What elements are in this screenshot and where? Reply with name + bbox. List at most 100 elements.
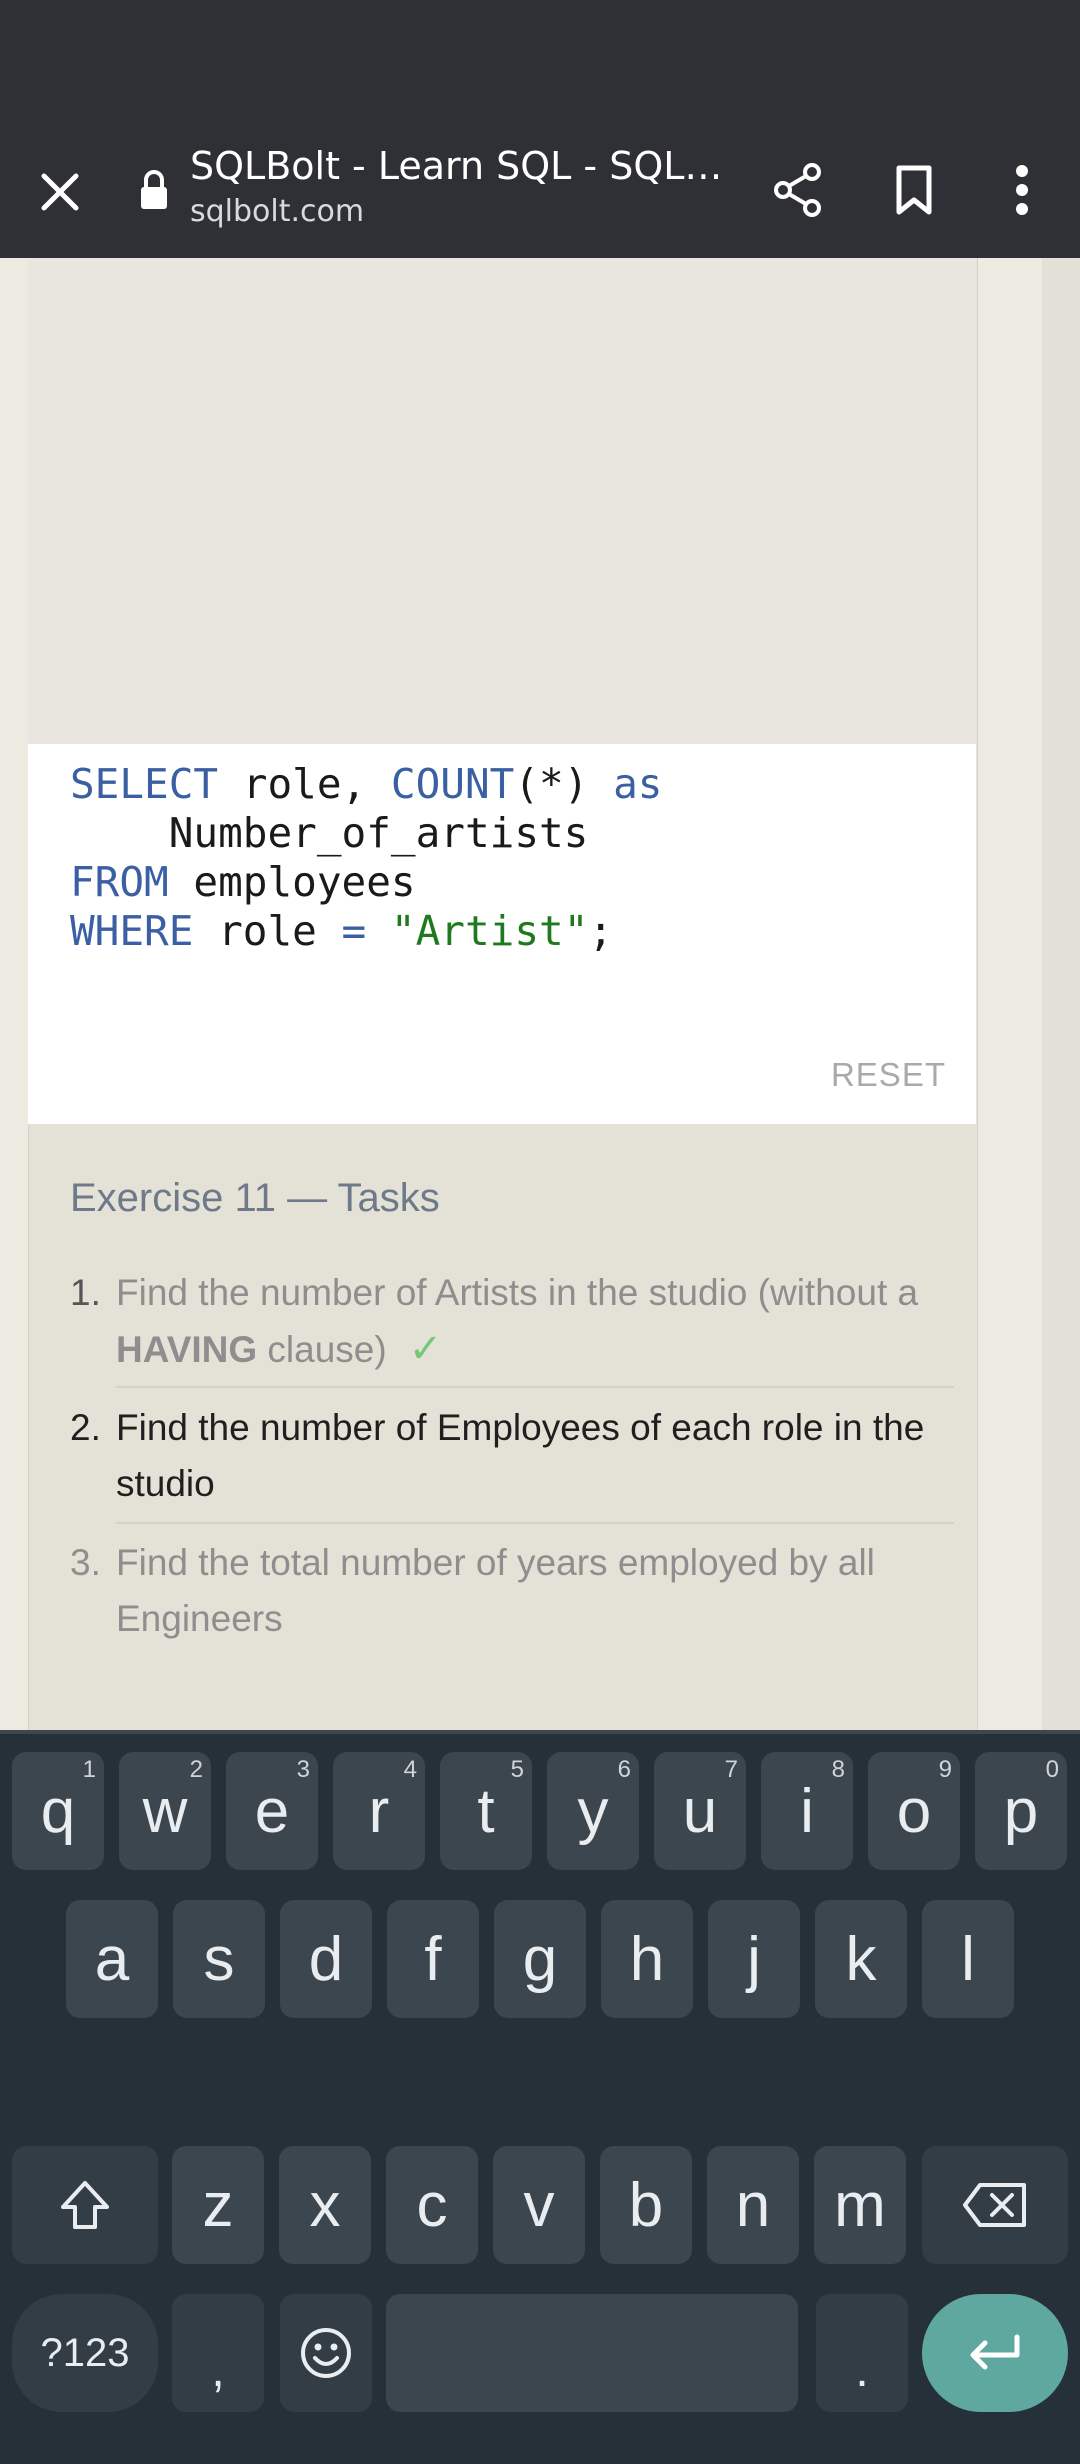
- key-w[interactable]: w2: [119, 1752, 211, 1870]
- key-label: q: [40, 1776, 76, 1846]
- key-label: x: [309, 2170, 341, 2240]
- key-hint: 0: [1045, 1756, 1059, 1783]
- task-number: 3.: [70, 1542, 101, 1583]
- key-label: o: [896, 1776, 932, 1846]
- key-o[interactable]: o9: [868, 1752, 960, 1870]
- period-key[interactable]: .: [816, 2294, 908, 2412]
- more-options-icon[interactable]: [992, 154, 1052, 226]
- key-d[interactable]: d: [280, 1900, 372, 2018]
- on-screen-keyboard: ?123 , . q1w2e3r4t5y6u7i8o9p0asdfghjklzx…: [0, 1730, 1080, 2464]
- key-g[interactable]: g: [494, 1900, 586, 2018]
- key-label: v: [523, 2170, 555, 2240]
- tasks-heading: Exercise 11 — Tasks: [70, 1176, 440, 1220]
- key-hint: 2: [189, 1756, 203, 1783]
- key-y[interactable]: y6: [547, 1752, 639, 1870]
- key-label: r: [368, 1776, 390, 1846]
- sql-keyword: SELECT: [70, 760, 219, 808]
- key-hint: 6: [617, 1756, 631, 1783]
- sql-token: ;: [588, 907, 614, 955]
- key-i[interactable]: i8: [761, 1752, 853, 1870]
- key-label: z: [202, 2170, 234, 2240]
- task-keyword: HAVING: [116, 1329, 258, 1370]
- key-t[interactable]: t5: [440, 1752, 532, 1870]
- key-r[interactable]: r4: [333, 1752, 425, 1870]
- key-z[interactable]: z: [172, 2146, 264, 2264]
- key-label: b: [628, 2170, 664, 2240]
- backspace-key[interactable]: [922, 2146, 1068, 2264]
- task-divider: [116, 1522, 954, 1524]
- key-label: s: [203, 1924, 235, 1994]
- key-label: p: [1003, 1776, 1039, 1846]
- sql-token: employees: [168, 858, 416, 906]
- key-label: c: [416, 2170, 448, 2240]
- browser-toolbar: SQLBolt - Learn SQL - SQL L... sqlbolt.c…: [0, 130, 1080, 258]
- page-right-margin: [1042, 258, 1080, 1730]
- results-area: [28, 258, 976, 744]
- enter-key[interactable]: [922, 2294, 1068, 2412]
- task-text: Find the number of Artists in the studio…: [116, 1272, 919, 1371]
- sql-keyword: FROM: [70, 858, 169, 906]
- task-number: 1.: [70, 1272, 101, 1313]
- key-a[interactable]: a: [66, 1900, 158, 2018]
- comma-key[interactable]: ,: [172, 2294, 264, 2412]
- close-icon[interactable]: [28, 160, 92, 224]
- key-label: y: [577, 1776, 609, 1846]
- key-p[interactable]: p0: [975, 1752, 1067, 1870]
- page-url[interactable]: sqlbolt.com: [190, 194, 364, 229]
- key-k[interactable]: k: [815, 1900, 907, 2018]
- key-j[interactable]: j: [708, 1900, 800, 2018]
- key-c[interactable]: c: [386, 2146, 478, 2264]
- key-x[interactable]: x: [279, 2146, 371, 2264]
- key-label: k: [845, 1924, 877, 1994]
- key-e[interactable]: e3: [226, 1752, 318, 1870]
- key-label: e: [254, 1776, 290, 1846]
- key-h[interactable]: h: [601, 1900, 693, 2018]
- key-v[interactable]: v: [493, 2146, 585, 2264]
- sql-keyword: WHERE: [70, 907, 194, 955]
- sql-code[interactable]: SELECT role, COUNT(*) as Number_of_artis…: [70, 760, 662, 956]
- key-label: w: [142, 1776, 188, 1846]
- share-icon[interactable]: [766, 154, 830, 226]
- status-bar: [0, 0, 1080, 130]
- key-hint: 1: [82, 1756, 96, 1783]
- key-hint: 8: [831, 1756, 845, 1783]
- sql-keyword: COUNT: [390, 760, 515, 808]
- key-label: n: [735, 2170, 771, 2240]
- key-l[interactable]: l: [922, 1900, 1014, 2018]
- task-number: 2.: [70, 1407, 101, 1448]
- key-u[interactable]: u7: [654, 1752, 746, 1870]
- bookmark-icon[interactable]: [882, 154, 946, 226]
- key-s[interactable]: s: [173, 1900, 265, 2018]
- key-label: i: [800, 1776, 814, 1846]
- key-label: h: [629, 1924, 665, 1994]
- key-label: d: [308, 1924, 344, 1994]
- key-hint: 3: [296, 1756, 310, 1783]
- key-hint: 9: [938, 1756, 952, 1783]
- task-text: Find the total number of years employed …: [116, 1542, 875, 1639]
- key-b[interactable]: b: [600, 2146, 692, 2264]
- emoji-key[interactable]: [280, 2294, 372, 2412]
- key-label: u: [682, 1776, 718, 1846]
- sql-keyword: =: [341, 907, 367, 955]
- key-label: l: [961, 1924, 975, 1994]
- key-label: g: [522, 1924, 558, 1994]
- sql-editor[interactable]: SELECT role, COUNT(*) as Number_of_artis…: [28, 744, 976, 1124]
- sql-string: "Artist": [390, 907, 589, 955]
- key-label: t: [477, 1776, 495, 1846]
- key-label: j: [747, 1924, 761, 1994]
- key-label: a: [94, 1924, 130, 1994]
- key-q[interactable]: q1: [12, 1752, 104, 1870]
- sql-keyword: as: [613, 760, 663, 808]
- symbols-key[interactable]: ?123: [12, 2294, 158, 2412]
- sql-token: (*): [514, 760, 614, 808]
- reset-button[interactable]: RESET: [831, 1056, 946, 1094]
- key-f[interactable]: f: [387, 1900, 479, 2018]
- key-label: m: [834, 2170, 886, 2240]
- key-n[interactable]: n: [707, 2146, 799, 2264]
- space-key[interactable]: [386, 2294, 798, 2412]
- sql-token: role,: [218, 760, 391, 808]
- shift-key[interactable]: [12, 2146, 158, 2264]
- page-title[interactable]: SQLBolt - Learn SQL - SQL L...: [190, 144, 730, 188]
- key-m[interactable]: m: [814, 2146, 906, 2264]
